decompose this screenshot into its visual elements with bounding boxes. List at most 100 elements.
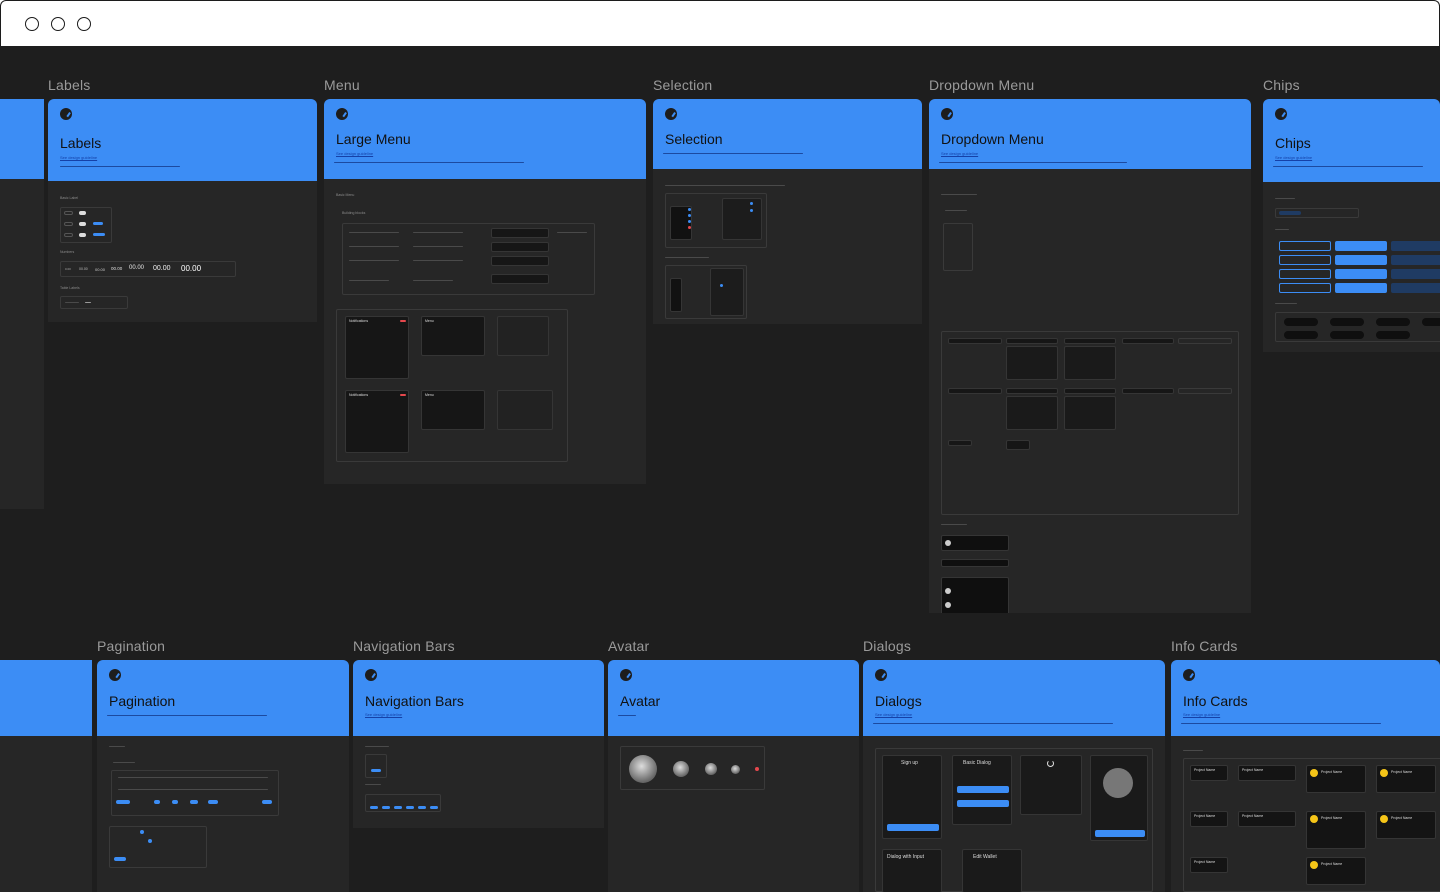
info-card[interactable]: Project Name: [1190, 857, 1228, 873]
info-card[interactable]: Project Name: [1376, 811, 1436, 839]
sign-up-button[interactable]: [887, 824, 939, 831]
menu-examples: Notifications Menu Notifications Menu: [336, 309, 568, 462]
page-button[interactable]: [114, 857, 126, 861]
info-card[interactable]: Project Name: [1376, 765, 1436, 793]
dropdown-select[interactable]: [948, 338, 1002, 344]
frame-header: Navigation Bars See design guideline: [353, 660, 604, 736]
project-icon: [1310, 861, 1318, 869]
frame-title: Dropdown Menu: [941, 131, 1044, 147]
sign-up-dialog: Sign up: [882, 755, 942, 839]
dropdown-menu-item[interactable]: [941, 535, 1009, 551]
nav-item[interactable]: [430, 806, 438, 809]
dialog-primary-button[interactable]: [1095, 830, 1145, 837]
design-guideline-link[interactable]: See design guideline: [60, 155, 97, 160]
frame-header: Labels See design guideline: [48, 99, 317, 181]
design-guideline-link[interactable]: See design guideline: [1183, 712, 1220, 717]
info-card[interactable]: Project Name: [1190, 811, 1228, 827]
chip-select[interactable]: [948, 440, 972, 446]
dropdown-select[interactable]: [1006, 388, 1058, 394]
frame-pagination[interactable]: Pagination: [97, 660, 349, 892]
design-canvas[interactable]: Labels Menu Selection Dropdown Menu Chip…: [0, 46, 1440, 892]
frame-info-cards[interactable]: Info Cards See design guideline Project …: [1171, 660, 1440, 892]
page-button[interactable]: [172, 800, 178, 804]
window-zoom-button[interactable]: [77, 17, 91, 31]
chip[interactable]: [1279, 283, 1331, 293]
avatar-chip[interactable]: [1376, 331, 1410, 339]
radio-button[interactable]: [720, 284, 723, 287]
design-guideline-link[interactable]: See design guideline: [365, 712, 402, 717]
window-close-button[interactable]: [25, 17, 39, 31]
chip[interactable]: [1391, 255, 1440, 265]
dropdown-menu-item[interactable]: [941, 559, 1009, 567]
nav-item[interactable]: [394, 806, 402, 809]
chip[interactable]: [1279, 255, 1331, 265]
header-description: [873, 723, 1113, 724]
dropdown-select[interactable]: [1064, 388, 1116, 394]
chip[interactable]: [1335, 241, 1387, 251]
checkbox[interactable]: [750, 209, 753, 212]
info-card[interactable]: Project Name: [1238, 765, 1296, 781]
frame-selection[interactable]: Selection: [653, 99, 922, 324]
avatar-chip[interactable]: [1422, 318, 1440, 326]
design-guideline-link[interactable]: See design guideline: [336, 151, 373, 156]
frame-chips[interactable]: Chips See design guideline: [1263, 99, 1440, 352]
avatar-chip[interactable]: [1330, 331, 1364, 339]
dropdown-select[interactable]: [1006, 338, 1058, 344]
section-title-pagination: Pagination: [97, 638, 166, 654]
nav-item[interactable]: [382, 806, 390, 809]
dropdown-select[interactable]: [1122, 338, 1174, 344]
nav-item[interactable]: [418, 806, 426, 809]
design-guideline-link[interactable]: See design guideline: [1275, 155, 1312, 160]
checkbox[interactable]: [750, 202, 753, 205]
avatar-chip[interactable]: [1284, 318, 1318, 326]
frame-header: Dialogs See design guideline: [863, 660, 1165, 736]
page-button[interactable]: [116, 800, 130, 804]
page-button[interactable]: [208, 800, 218, 804]
info-card[interactable]: Project Name: [1190, 765, 1228, 781]
avatar-chip[interactable]: [1284, 331, 1318, 339]
dialog-primary-button[interactable]: [957, 800, 1009, 807]
basic-menu-heading: Basic Menu: [336, 193, 355, 197]
dropdown-select[interactable]: [1122, 388, 1174, 394]
frame-navigation-bars[interactable]: Navigation Bars See design guideline: [353, 660, 604, 828]
avatar-chip[interactable]: [1376, 318, 1410, 326]
page-button[interactable]: [262, 800, 272, 804]
label-chip: [79, 211, 86, 215]
chip[interactable]: [1391, 283, 1440, 293]
info-card[interactable]: Project Name: [1306, 857, 1366, 885]
dropdown-menu-list: [941, 577, 1009, 613]
dialog-primary-button[interactable]: [957, 786, 1009, 793]
nav-item[interactable]: [406, 806, 414, 809]
page-button[interactable]: [140, 830, 144, 834]
chip-select[interactable]: [1006, 440, 1030, 450]
section-title-menu: Menu: [324, 77, 360, 93]
chip[interactable]: [1391, 241, 1440, 251]
figma-component-icon: [665, 108, 677, 120]
chip[interactable]: [1335, 255, 1387, 265]
chip[interactable]: [1279, 241, 1331, 251]
info-card[interactable]: Project Name: [1306, 811, 1366, 849]
window-minimize-button[interactable]: [51, 17, 65, 31]
nav-item[interactable]: [370, 806, 378, 809]
frame-dropdown-menu[interactable]: Dropdown Menu See design guideline: [929, 99, 1251, 613]
dropdown-select[interactable]: [1064, 338, 1116, 344]
design-guideline-link[interactable]: See design guideline: [875, 712, 912, 717]
info-card[interactable]: Project Name: [1238, 811, 1296, 827]
avatar-chip[interactable]: [1330, 318, 1364, 326]
design-guideline-link[interactable]: See design guideline: [941, 151, 978, 156]
dropdown-select[interactable]: [948, 388, 1002, 394]
page-button[interactable]: [190, 800, 198, 804]
info-card[interactable]: Project Name: [1306, 765, 1366, 793]
nav-tab[interactable]: [371, 769, 381, 772]
frame-large-menu[interactable]: Large Menu See design guideline Basic Me…: [324, 99, 646, 484]
frame-dialogs[interactable]: Dialogs See design guideline Sign up Bas…: [863, 660, 1165, 892]
chip[interactable]: [1391, 269, 1440, 279]
frame-labels[interactable]: Labels See design guideline Basic Label …: [48, 99, 317, 322]
chip[interactable]: [1279, 269, 1331, 279]
chip[interactable]: [1335, 269, 1387, 279]
frame-avatar[interactable]: Avatar: [608, 660, 859, 892]
frame-title: Pagination: [109, 693, 176, 709]
page-button[interactable]: [154, 800, 160, 804]
page-button[interactable]: [148, 839, 152, 843]
chip[interactable]: [1335, 283, 1387, 293]
